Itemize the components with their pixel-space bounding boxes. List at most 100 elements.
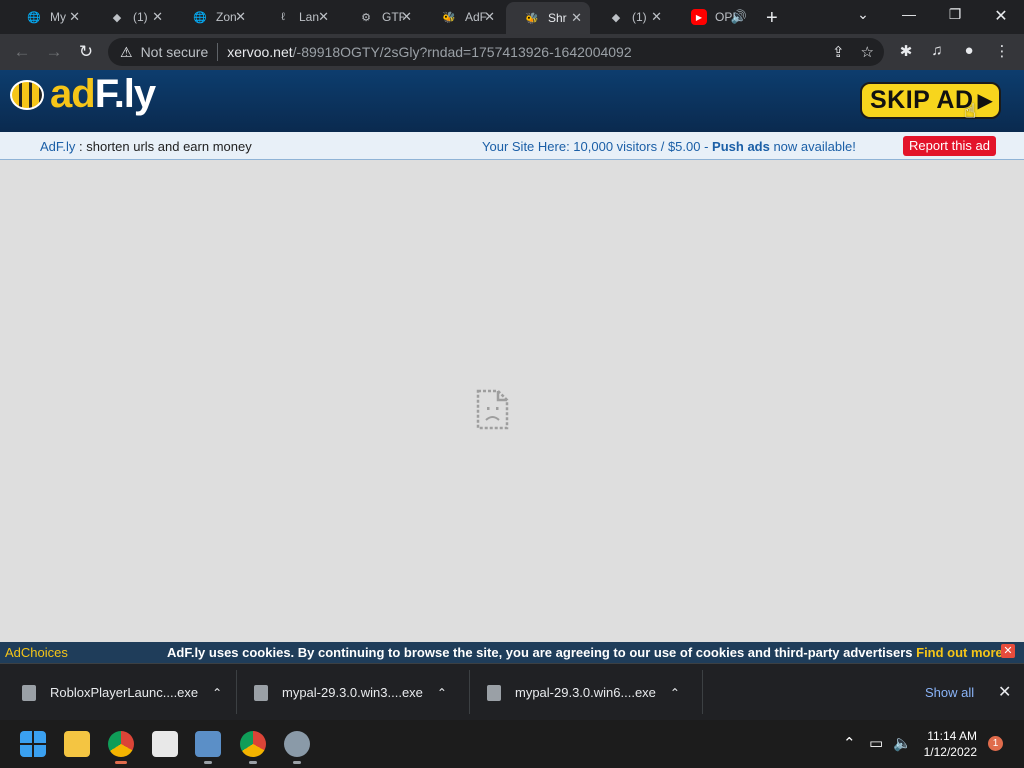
share-icon[interactable]: ⇪: [832, 43, 845, 61]
close-tab-icon[interactable]: ✕: [318, 9, 329, 25]
skip-ad-button[interactable]: SKIP AD ▶: [860, 82, 1001, 119]
globe-icon: 🌐: [193, 11, 207, 24]
restore-button[interactable]: ❐: [943, 6, 967, 23]
browser-toolbar: ← → ↻ ⚠ Not secure xervoo.net/-89918OGTY…: [0, 34, 1024, 70]
adfly-info-bar: AdF.ly : shorten urls and earn money You…: [0, 132, 1024, 160]
media-control-icon[interactable]: ♫: [927, 42, 947, 59]
address-bar[interactable]: ⚠ Not secure xervoo.net/-89918OGTY/2sGly…: [108, 38, 884, 66]
speaker-icon[interactable]: 🔊: [731, 9, 747, 25]
roblox-icon: ◆: [611, 11, 621, 24]
cookie-text: AdF.ly uses cookies. By continuing to br…: [167, 645, 1006, 660]
download-item[interactable]: mypal-29.3.0.win6....exe ⌃: [487, 664, 680, 721]
chrome-profile-icon[interactable]: [240, 731, 266, 764]
tab-title: Shr: [548, 11, 567, 25]
close-downloads-icon[interactable]: ✕: [998, 682, 1011, 702]
divider: [702, 670, 703, 714]
download-item[interactable]: RobloxPlayerLaunc....exe ⌃: [22, 664, 222, 721]
tab-1[interactable]: 🌐 My ✕: [8, 4, 88, 30]
clock[interactable]: 11:14 AM 1/12/2022: [920, 728, 977, 760]
profile-icon[interactable]: ●: [959, 42, 979, 59]
tab-2[interactable]: ◆ (1) ✕: [91, 4, 171, 30]
new-tab-button[interactable]: +: [766, 7, 778, 30]
close-window-button[interactable]: ✕: [989, 6, 1013, 26]
file-icon: [487, 684, 501, 701]
tab-strip: 🌐 My ✕ ◆ (1) ✕ 🌐 Zon ✕ ℓ Lan ✕ ⚙ GTF ✕ 🐝…: [0, 0, 1024, 34]
notification-badge[interactable]: 1: [988, 736, 1003, 751]
adchoices-link[interactable]: AdChoices: [5, 645, 68, 660]
tab-search-icon[interactable]: ⌄: [851, 6, 875, 23]
report-ad-button[interactable]: Report this ad: [903, 136, 996, 156]
show-all-downloads-button[interactable]: Show all: [925, 685, 974, 700]
chevron-up-icon[interactable]: ⌃: [437, 686, 447, 700]
adfly-logo[interactable]: adF.ly: [10, 72, 156, 117]
youtube-icon: ▶: [691, 9, 707, 25]
promo-link[interactable]: Your Site Here: 10,000 visitors / $5.00 …: [482, 139, 856, 154]
warning-icon[interactable]: ⚠: [120, 44, 133, 61]
menu-icon[interactable]: ⋮: [992, 42, 1012, 60]
windows-start-icon[interactable]: [20, 731, 46, 757]
close-tab-icon[interactable]: ✕: [651, 9, 662, 25]
time: 11:14 AM: [927, 729, 977, 743]
close-tab-icon[interactable]: ✕: [152, 9, 163, 25]
reload-button[interactable]: ↻: [76, 42, 96, 62]
forward-button[interactable]: →: [44, 42, 64, 62]
skip-ad-label: SKIP AD: [870, 86, 974, 114]
url-host[interactable]: xervoo.net: [227, 44, 292, 60]
bee-icon: [10, 79, 44, 110]
network-icon[interactable]: ▭: [869, 734, 883, 752]
tab-8[interactable]: ◆ (1) ✕: [590, 4, 670, 30]
download-filename: mypal-29.3.0.win6....exe: [515, 685, 656, 700]
play-arrow-icon: ▶: [977, 90, 994, 112]
security-label[interactable]: Not secure: [141, 44, 209, 60]
tab-6[interactable]: 🐝 AdF ✕: [423, 4, 503, 30]
minimize-button[interactable]: —: [897, 6, 921, 22]
lan-icon: ℓ: [281, 11, 285, 23]
divider: [217, 43, 219, 61]
cookie-close-icon[interactable]: ✕: [1001, 644, 1015, 658]
divider: [236, 670, 237, 714]
tab-9[interactable]: ▶ OPI 🔊: [673, 4, 757, 30]
file-explorer-icon[interactable]: [64, 731, 90, 757]
virtualbox-icon[interactable]: [195, 731, 221, 764]
broken-page-icon: [476, 389, 509, 430]
tab-5[interactable]: ⚙ GTF ✕: [340, 4, 420, 30]
logo-text: adF.ly: [50, 72, 156, 116]
volume-icon[interactable]: 🔈: [893, 734, 912, 752]
divider: [469, 670, 470, 714]
url-path[interactable]: /-89918OGTY/2sGly?rndad=1757413926-16420…: [293, 44, 632, 60]
hand-cursor-icon: ☝: [964, 101, 977, 123]
chevron-up-icon[interactable]: ⌃: [212, 686, 222, 700]
close-tab-icon[interactable]: ✕: [571, 10, 582, 26]
steam-icon: ⚙: [361, 11, 371, 24]
download-filename: RobloxPlayerLaunc....exe: [50, 685, 199, 700]
bee-icon: 🐝: [442, 11, 456, 24]
roblox-icon: ◆: [112, 11, 122, 24]
downloads-bar: RobloxPlayerLaunc....exe ⌃ mypal-29.3.0.…: [0, 663, 1024, 720]
tab-4[interactable]: ℓ Lan ✕: [257, 4, 337, 30]
close-tab-icon[interactable]: ✕: [235, 9, 246, 25]
close-tab-icon[interactable]: ✕: [401, 9, 412, 25]
settings-gear-icon[interactable]: [284, 731, 310, 764]
bookmark-star-icon[interactable]: ☆: [861, 43, 874, 61]
tab-3[interactable]: 🌐 Zon ✕: [174, 4, 254, 30]
date: 1/12/2022: [923, 745, 977, 759]
file-icon: [22, 684, 36, 701]
tab-7-active[interactable]: 🐝 Shr ✕: [506, 2, 590, 34]
extensions-icon[interactable]: ✱: [896, 42, 916, 60]
close-tab-icon[interactable]: ✕: [484, 9, 495, 25]
cookie-bar: AdChoices AdF.ly uses cookies. By contin…: [0, 642, 1024, 663]
windows-taskbar: ⌃ ▭ 🔈 11:14 AM 1/12/2022: [0, 720, 1024, 768]
find-out-more-link[interactable]: Find out more: [916, 645, 1003, 660]
bee-icon: 🐝: [525, 12, 539, 25]
back-button[interactable]: ←: [12, 42, 32, 62]
globe-icon: 🌐: [27, 11, 41, 24]
download-filename: mypal-29.3.0.win3....exe: [282, 685, 423, 700]
download-item[interactable]: mypal-29.3.0.win3....exe ⌃: [254, 664, 447, 721]
chevron-up-icon[interactable]: ⌃: [670, 686, 680, 700]
close-tab-icon[interactable]: ✕: [69, 9, 80, 25]
microsoft-store-icon[interactable]: [152, 731, 178, 757]
file-icon: [254, 684, 268, 701]
chrome-icon[interactable]: [108, 731, 134, 764]
chevron-up-icon[interactable]: ⌃: [843, 734, 856, 752]
brand-link[interactable]: AdF.ly: [40, 139, 75, 154]
